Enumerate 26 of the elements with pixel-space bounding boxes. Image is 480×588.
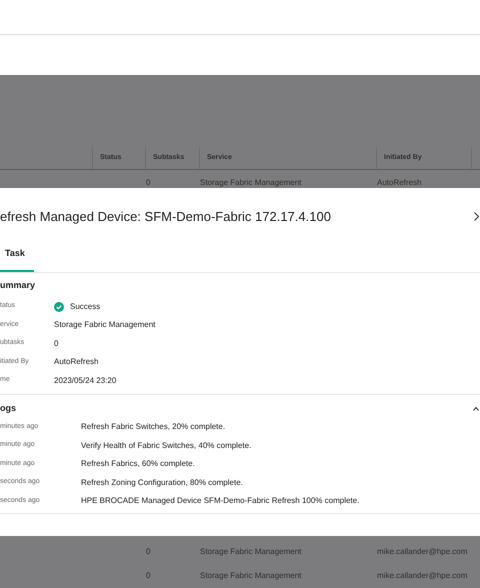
log-message: Verify Health of Fabric Switches, 40% complete. xyxy=(81,440,252,452)
section-heading: ogs xyxy=(0,402,16,416)
table-cell: mike.callander@hpe.com xyxy=(377,570,468,582)
table-cell-text: 0 xyxy=(146,177,152,190)
dialog-title: efresh Managed Device: SFM-Demo-Fabric 172.17.4.100 xyxy=(0,208,331,226)
field-value: Success xyxy=(70,300,100,313)
table-cell: mike.callander@hpe.com xyxy=(377,546,468,558)
log-message: HPE BROCADE Managed Device SFM-Demo-Fabric Refresh 100% complete. xyxy=(81,495,360,508)
table-cell-text: Storage Fabric Management xyxy=(200,546,302,558)
chevron-up-icon[interactable] xyxy=(473,406,479,411)
field-value: Storage Fabric Management xyxy=(54,319,156,332)
log-message: Refresh Fabrics, 60% complete. xyxy=(81,458,195,470)
tab[interactable]: Task xyxy=(0,244,34,272)
field-value: AutoRefresh xyxy=(54,356,98,368)
table-cell-text: Storage Fabric Management xyxy=(200,570,302,582)
section-heading: ummary xyxy=(0,279,36,292)
table-cell-text: 0 xyxy=(146,570,152,582)
field-value: 2023/05/24 23:20 xyxy=(54,374,116,387)
table-cell: AutoRefresh xyxy=(377,177,422,190)
log-message: Refresh Fabric Switches, 20% complete. xyxy=(81,421,226,434)
table-cell-text: Storage Fabric Management xyxy=(200,177,302,190)
check-circle-icon xyxy=(54,302,64,312)
log-message: Refresh Zoning Configuration, 80% complete. xyxy=(81,476,243,489)
chevron-right-icon[interactable] xyxy=(474,212,479,221)
table-cell-text: 0 xyxy=(146,546,152,558)
field-value: 0 xyxy=(54,338,58,350)
